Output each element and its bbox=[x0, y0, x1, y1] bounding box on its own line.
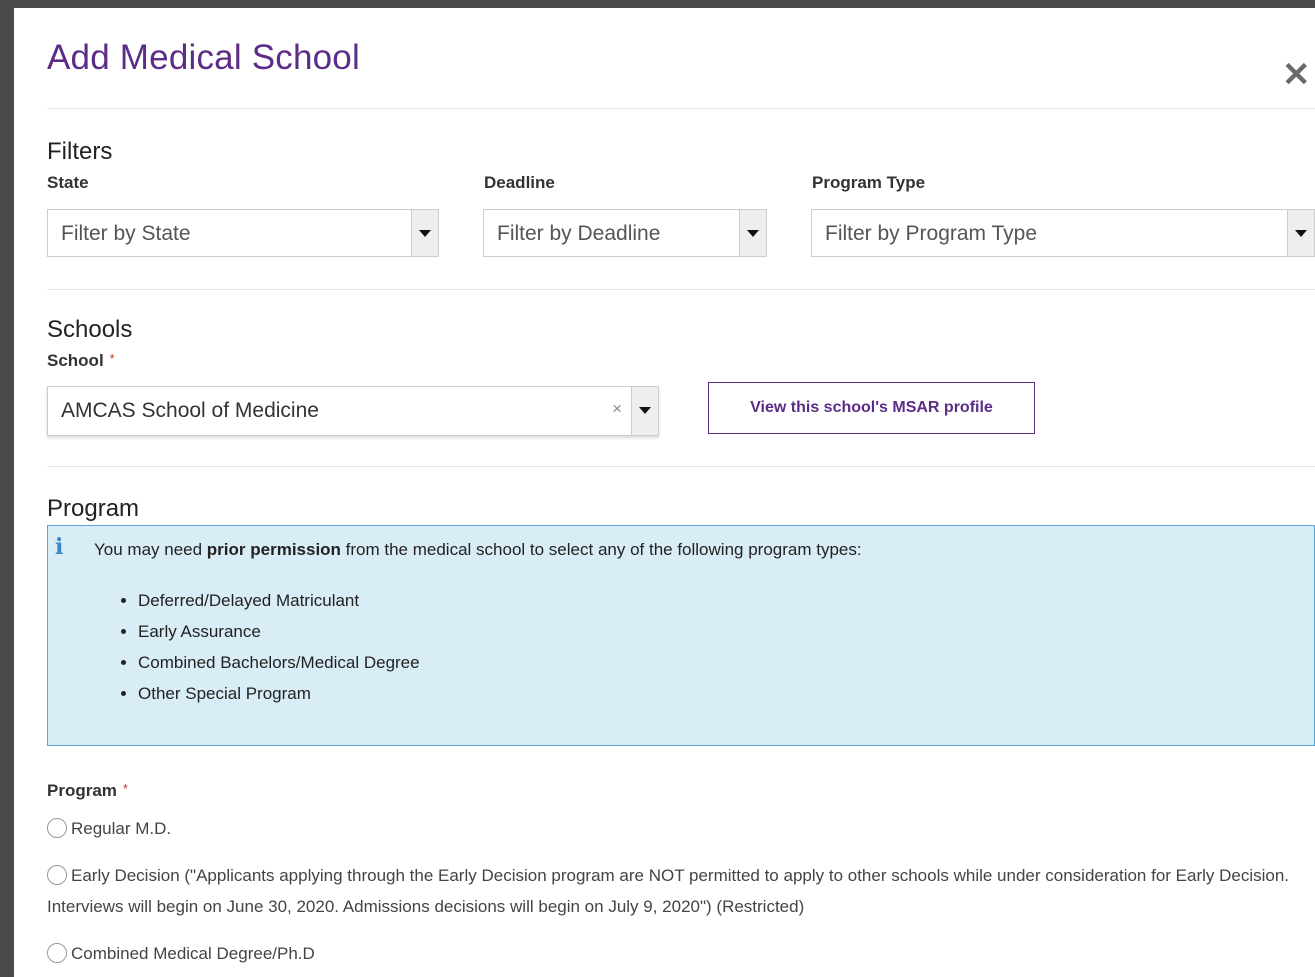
list-item: Deferred/Delayed Matriculant bbox=[138, 590, 420, 621]
schools-heading: Schools bbox=[47, 316, 133, 343]
deadline-filter-placeholder: Filter by Deadline bbox=[497, 222, 661, 245]
close-icon[interactable]: ✕ bbox=[1282, 58, 1311, 92]
list-item: Other Special Program bbox=[138, 683, 420, 714]
chevron-down-icon[interactable] bbox=[411, 210, 438, 256]
program-option-early-decision[interactable]: Early Decision ("Applicants applying thr… bbox=[47, 860, 1307, 922]
radio-button[interactable] bbox=[47, 943, 67, 963]
program-option-regular-md[interactable]: Regular M.D. bbox=[47, 813, 1315, 844]
program-option-label: Combined Medical Degree/Ph.D bbox=[71, 944, 315, 963]
state-filter-placeholder: Filter by State bbox=[61, 222, 191, 245]
radio-button[interactable] bbox=[47, 818, 67, 838]
chevron-down-icon[interactable] bbox=[1287, 210, 1314, 256]
program-type-label: Program Type bbox=[812, 173, 926, 192]
info-icon: i bbox=[55, 534, 64, 560]
program-types-list: Deferred/Delayed Matriculant Early Assur… bbox=[118, 590, 420, 714]
state-filter-select[interactable]: Filter by State bbox=[47, 209, 439, 257]
chevron-down-icon[interactable] bbox=[631, 387, 658, 435]
permission-info-box: i You may need prior permission from the… bbox=[47, 525, 1315, 746]
add-medical-school-modal: Add Medical School ✕ Filters State Deadl… bbox=[14, 8, 1315, 977]
state-label: State bbox=[47, 173, 89, 192]
deadline-label: Deadline bbox=[484, 173, 555, 192]
clear-icon[interactable]: × bbox=[612, 399, 622, 419]
program-option-label: Regular M.D. bbox=[71, 819, 172, 838]
program-heading: Program bbox=[47, 495, 140, 522]
school-selected-value: AMCAS School of Medicine bbox=[61, 399, 319, 422]
modal-title: Add Medical School bbox=[47, 38, 360, 77]
required-marker: * bbox=[122, 781, 128, 796]
list-item: Early Assurance bbox=[138, 621, 420, 652]
divider bbox=[47, 466, 1315, 467]
program-label: Program * bbox=[47, 781, 128, 801]
list-item: Combined Bachelors/Medical Degree bbox=[138, 652, 420, 683]
chevron-down-icon[interactable] bbox=[739, 210, 766, 256]
divider bbox=[47, 108, 1315, 109]
radio-button[interactable] bbox=[47, 865, 67, 885]
program-type-filter-select[interactable]: Filter by Program Type bbox=[811, 209, 1315, 257]
deadline-filter-select[interactable]: Filter by Deadline bbox=[483, 209, 767, 257]
info-text-part: You may need bbox=[94, 540, 207, 559]
program-type-filter-placeholder: Filter by Program Type bbox=[825, 222, 1038, 245]
program-option-md-phd[interactable]: Combined Medical Degree/Ph.D bbox=[47, 938, 1315, 969]
school-select[interactable]: AMCAS School of Medicine × bbox=[47, 386, 659, 436]
info-text-bold: prior permission bbox=[206, 540, 341, 559]
required-marker: * bbox=[109, 351, 115, 366]
program-option-label: Early Decision ("Applicants applying thr… bbox=[47, 866, 1290, 916]
divider bbox=[47, 289, 1315, 290]
view-msar-profile-button[interactable]: View this school's MSAR profile bbox=[708, 382, 1035, 434]
info-text-part: from the medical school to select any of… bbox=[340, 540, 862, 559]
school-label: School * bbox=[47, 351, 115, 371]
program-label-text: Program bbox=[47, 781, 117, 800]
school-label-text: School bbox=[47, 351, 104, 370]
permission-info-text: You may need prior permission from the m… bbox=[94, 540, 862, 560]
filters-heading: Filters bbox=[47, 138, 113, 165]
